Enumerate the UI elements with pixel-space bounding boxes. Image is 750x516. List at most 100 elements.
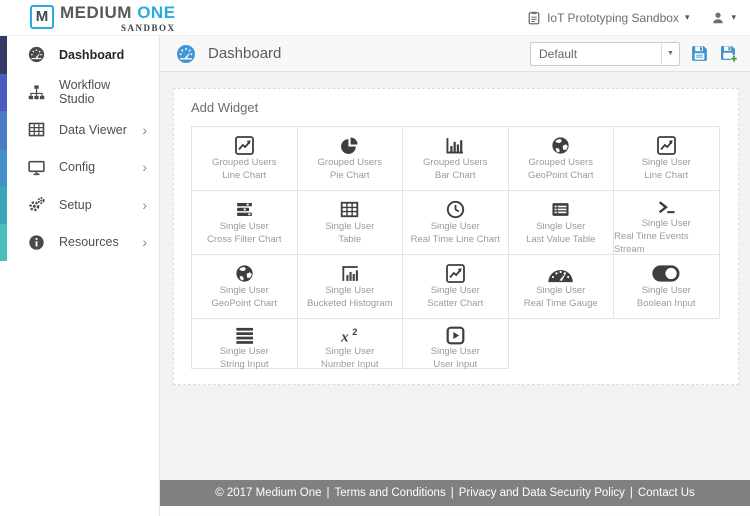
copyright-text: © 2017 Medium One [215, 487, 322, 499]
widget-option-single-user-scatter-chart[interactable]: Single User Scatter Chart [403, 255, 509, 319]
brand-name: MEDIUM [60, 2, 132, 22]
sidebar-item-config[interactable]: Config › [0, 149, 159, 187]
widget-label-line1: Grouped Users [212, 157, 277, 168]
widget-label-line2: Scatter Chart [427, 298, 484, 309]
sidebar-item-label: Data Viewer [59, 122, 127, 137]
sidebar-item-data-viewer[interactable]: Data Viewer › [0, 111, 159, 149]
sidebar-item-dashboard[interactable]: Dashboard › [0, 36, 159, 74]
widget-option-single-user-real-time-line-chart[interactable]: Single User Real Time Line Chart [403, 191, 509, 255]
user-menu[interactable]: ▾ [711, 11, 736, 25]
line-chart-icon [656, 134, 676, 156]
sitemap-icon [28, 84, 45, 101]
widget-option-single-user-string-input[interactable]: Single User String Input [192, 319, 298, 370]
x-squared-icon: x2 [339, 326, 360, 345]
widget-option-single-user-cross-filter-chart[interactable]: Single User Cross Filter Chart [192, 191, 298, 255]
widget-label-line1: Grouped Users [317, 157, 382, 168]
widget-label-line1: Single User [325, 346, 375, 357]
widget-option-grouped-users-geopoint-chart[interactable]: Grouped Users GeoPoint Chart [508, 127, 614, 191]
widget-label-line1: Grouped Users [528, 157, 593, 168]
content-area: Add Widget Grouped Users Line Chart Grou… [160, 72, 750, 480]
sidebar-strip-segment [0, 223, 7, 261]
svg-text:2: 2 [352, 327, 357, 338]
save-dashboard-button[interactable] [690, 44, 709, 63]
widget-label-line1: Single User [641, 285, 691, 296]
widget-option-single-user-boolean-input[interactable]: Single User Boolean Input [614, 255, 720, 319]
play-square-icon [446, 326, 465, 345]
brand-mark-icon: M [30, 4, 54, 29]
sidebar-item-label: Config [59, 160, 96, 175]
widget-option-single-user-bucketed-histogram[interactable]: Single User Bucketed Histogram [297, 255, 403, 319]
widget-option-grouped-users-line-chart[interactable]: Grouped Users Line Chart [192, 127, 298, 191]
chevron-right-icon: › [142, 159, 147, 176]
chevron-right-icon: › [142, 234, 147, 251]
widget-option-single-user-user-input[interactable]: Single User User Input [403, 319, 509, 370]
sidebar-item-resources[interactable]: Resources › [0, 224, 159, 262]
widget-label-line1: Single User [325, 285, 375, 296]
footer-separator: | [450, 487, 454, 499]
panel-title: Add Widget [191, 100, 259, 115]
widget-label-line2: User Input [433, 359, 478, 370]
widget-option-single-user-geopoint-chart[interactable]: Single User GeoPoint Chart [192, 255, 298, 319]
widget-label-line2: Bar Chart [434, 170, 476, 181]
footer-line: © 2017 Medium One | Terms and Conditions | P… [215, 487, 695, 499]
sandbox-selector[interactable]: IoT Prototyping Sandbox ▾ [527, 11, 689, 25]
scatter-icon [445, 262, 465, 284]
footer-link[interactable]: Contact Us [638, 487, 695, 499]
widget-option-grouped-users-pie-chart[interactable]: Grouped Users Pie Chart [297, 127, 403, 191]
widget-option-single-user-line-chart[interactable]: Single User Line Chart [614, 127, 720, 191]
widget-label-line2: GeoPoint Chart [528, 170, 594, 181]
brand-logo[interactable]: M MEDIUM ONE SANDBOX [30, 3, 176, 33]
footer-separator: | [629, 487, 633, 499]
user-icon [711, 11, 725, 25]
widget-label-line1: Grouped Users [423, 157, 488, 168]
footer-link[interactable]: Terms and Conditions [334, 487, 445, 499]
globe-icon [235, 262, 254, 284]
bottom-strip [160, 506, 750, 516]
chevron-down-icon: ▼ [661, 42, 679, 65]
info-icon [28, 234, 45, 251]
widget-option-single-user-table[interactable]: Single User Table [297, 191, 403, 255]
widget-label-line2: Boolean Input [636, 298, 696, 309]
terminal-icon [657, 198, 676, 217]
save-as-new-dashboard-button[interactable] [719, 44, 738, 63]
sidebar: Dashboard › Workflow Studio › Data Viewe… [0, 36, 160, 516]
list-table-icon [551, 198, 570, 220]
widget-label-line1: Single User [430, 285, 480, 296]
sidebar-item-label: Setup [59, 197, 92, 212]
chevron-right-icon: › [142, 196, 147, 213]
widget-option-single-user-real-time-gauge[interactable]: Single User Real Time Gauge [508, 255, 614, 319]
sidebar-item-label: Dashboard [59, 47, 125, 62]
widget-option-grouped-users-bar-chart[interactable]: Grouped Users Bar Chart [403, 127, 509, 191]
add-widget-panel: Add Widget Grouped Users Line Chart Grou… [173, 88, 739, 385]
sidebar-item-workflow-studio[interactable]: Workflow Studio › [0, 74, 159, 112]
svg-text:x: x [340, 329, 349, 345]
widget-label-line2: Line Chart [222, 170, 267, 181]
main-area: Dashboard Default ▼ Add Widget Grouped U… [160, 36, 750, 516]
widget-label-line2: Number Input [320, 359, 379, 370]
topbar-right: IoT Prototyping Sandbox ▾ ▾ [527, 11, 736, 25]
sidebar-strip-segment [0, 73, 7, 111]
widget-label-line2: Real Time Line Chart [410, 234, 500, 245]
widget-option-single-user-number-input[interactable]: x2 Single User Number Input [297, 319, 403, 370]
widget-label-line2: Bucketed Histogram [306, 298, 393, 309]
widget-label-line1: Single User [219, 346, 269, 357]
sidebar-strip-segment [0, 186, 7, 224]
brand-subtitle: SANDBOX [121, 22, 176, 33]
dashboard-gauge-icon [176, 44, 196, 64]
widget-label-line1: Single User [219, 285, 269, 296]
dashboard-select[interactable]: Default ▼ [530, 41, 680, 66]
widget-label-line1: Single User [536, 285, 586, 296]
sidebar-item-label: Workflow Studio [59, 78, 111, 107]
widget-label-line1: Single User [219, 221, 269, 232]
widget-label-line1: Single User [641, 218, 691, 229]
clock-icon [446, 198, 465, 220]
widget-label-line1: Single User [430, 346, 480, 357]
sidebar-item-setup[interactable]: Setup › [0, 186, 159, 224]
widget-option-single-user-real-time-events-stream[interactable]: Single User Real Time Events Stream [614, 191, 720, 255]
widget-option-single-user-last-value-table[interactable]: Single User Last Value Table [508, 191, 614, 255]
widget-label-line1: Single User [641, 157, 691, 168]
widget-label-line2: Cross Filter Chart [207, 234, 282, 245]
footer-link[interactable]: Privacy and Data Security Policy [459, 487, 625, 499]
line-chart-icon [234, 134, 254, 156]
sidebar-item-label: Resources [59, 235, 119, 250]
